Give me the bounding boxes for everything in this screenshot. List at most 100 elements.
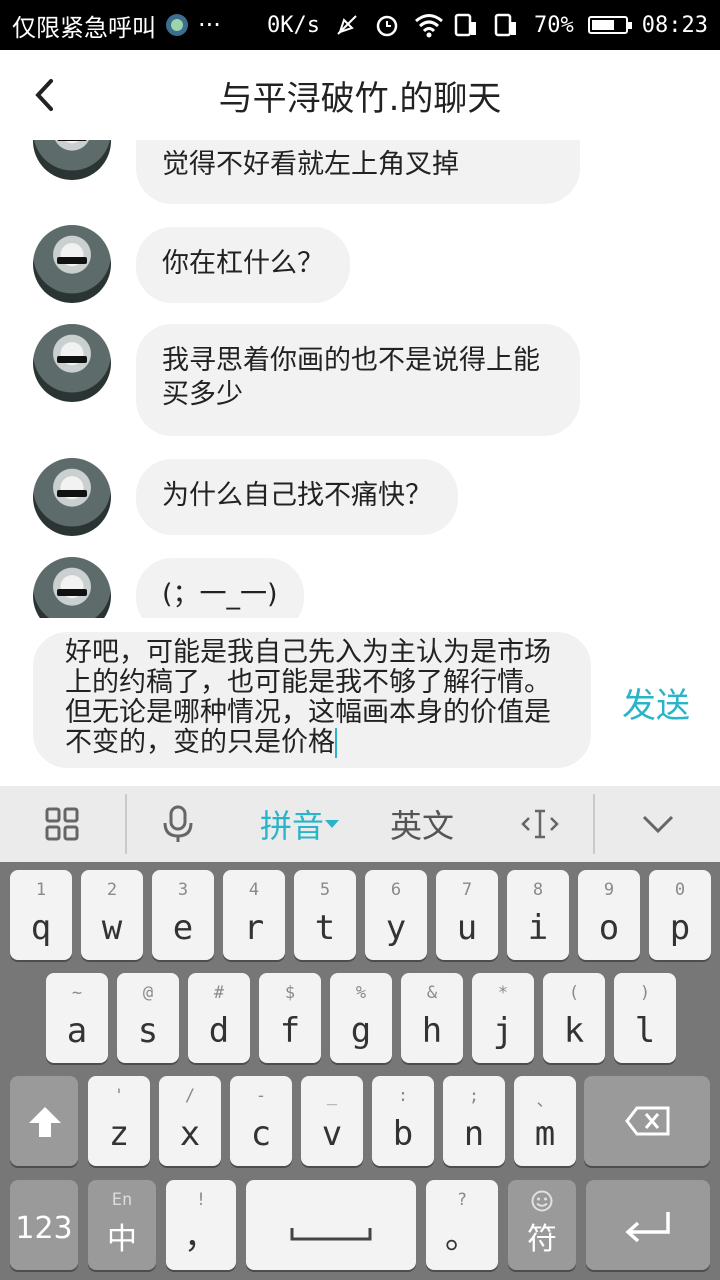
- ime-menu-button[interactable]: [20, 786, 104, 862]
- message-input[interactable]: 好吧，可能是我自己先入为主认为是市场上的约稿了，也可能是我不够了解行情。但无论是…: [33, 632, 591, 768]
- key-l[interactable]: ) l: [614, 973, 676, 1063]
- key-b[interactable]: :b: [372, 1076, 434, 1166]
- comma-key-label: ，: [184, 1217, 218, 1257]
- key-j[interactable]: * j: [472, 973, 534, 1063]
- language-switch-label: 中: [107, 1222, 137, 1257]
- key-label: y: [385, 908, 407, 948]
- key-z[interactable]: ' z: [88, 1076, 150, 1166]
- message-bubble[interactable]: (；一_一): [136, 558, 304, 618]
- key-hint: 4: [248, 880, 260, 900]
- shift-key[interactable]: [10, 1076, 78, 1166]
- key-v[interactable]: _ v: [301, 1076, 363, 1166]
- key-q[interactable]: 1q: [10, 870, 72, 960]
- key-label: w: [101, 908, 123, 948]
- avatar[interactable]: [33, 324, 111, 402]
- key-label: v: [321, 1114, 343, 1154]
- key-label: z: [108, 1114, 130, 1154]
- key-label: j: [492, 1011, 514, 1051]
- key-p[interactable]: 0p: [649, 870, 711, 960]
- language-switch-key[interactable]: En 中: [88, 1180, 156, 1270]
- smiley-icon: [531, 1190, 553, 1212]
- key-a[interactable]: ~ a: [46, 973, 108, 1063]
- sim2-signal-icon: [494, 12, 520, 38]
- key-m[interactable]: 、 m: [514, 1076, 576, 1166]
- avatar[interactable]: [33, 225, 111, 303]
- space-key[interactable]: [246, 1180, 416, 1270]
- key-label: s: [137, 1011, 159, 1051]
- symbols-key[interactable]: 符: [508, 1180, 576, 1270]
- avatar[interactable]: [33, 557, 111, 618]
- english-mode-button[interactable]: 英文: [374, 786, 470, 862]
- message-bubble[interactable]: 为什么自己找不痛快？: [136, 459, 458, 535]
- key-label: e: [172, 908, 194, 948]
- numbers-key[interactable]: 123: [10, 1180, 78, 1270]
- key-label: x: [179, 1114, 201, 1154]
- avatar[interactable]: [33, 458, 111, 536]
- message-list[interactable]: 觉得不好看就左上角叉掉 你在杠什么？ 我寻思着你画的也不是说得上能买多少 为什么…: [0, 140, 720, 618]
- enter-arrow-icon: [625, 1212, 670, 1242]
- key-r[interactable]: 4r: [223, 870, 285, 960]
- key-label: c: [250, 1114, 272, 1154]
- key-hint: 1: [35, 880, 47, 900]
- more-notifications-indicator: ···: [198, 11, 221, 39]
- key-o[interactable]: 9o: [578, 870, 640, 960]
- key-t[interactable]: 5t: [294, 870, 356, 960]
- period-key[interactable]: ? 。: [426, 1180, 498, 1270]
- hide-keyboard-button[interactable]: [620, 786, 696, 862]
- key-label: q: [30, 908, 52, 948]
- key-label: d: [208, 1011, 230, 1051]
- key-hint: (: [568, 983, 580, 1003]
- wifi-icon: [414, 12, 443, 38]
- key-h[interactable]: & h: [401, 973, 463, 1063]
- key-w[interactable]: 2w: [81, 870, 143, 960]
- key-u[interactable]: 7u: [436, 870, 498, 960]
- send-button[interactable]: 发送: [622, 678, 690, 727]
- key-label: l: [634, 1011, 656, 1051]
- pinyin-mode-button[interactable]: 拼音: [244, 786, 356, 862]
- mute-icon: [334, 12, 360, 38]
- space-bar-icon: [290, 1228, 372, 1241]
- key-x[interactable]: / x: [159, 1076, 221, 1166]
- comma-key[interactable]: ! ，: [166, 1180, 236, 1270]
- key-label: g: [350, 1011, 372, 1051]
- key-d[interactable]: # d: [188, 973, 250, 1063]
- key-label: o: [598, 908, 620, 948]
- backspace-icon: [625, 1106, 670, 1136]
- key-n[interactable]: ; n: [443, 1076, 505, 1166]
- page-title: 与平浔破竹.的聊天: [218, 78, 502, 119]
- message-text: 觉得不好看就左上角叉掉: [162, 149, 459, 180]
- key-label: i: [527, 908, 549, 948]
- pinyin-label: 拼音: [259, 807, 324, 845]
- language-switch-hint: En: [111, 1190, 133, 1210]
- key-hint: @: [142, 983, 154, 1003]
- battery-fill: [591, 20, 614, 30]
- key-e[interactable]: 3e: [152, 870, 214, 960]
- period-key-hint: ?: [456, 1190, 468, 1210]
- avatar[interactable]: [33, 140, 111, 180]
- message-input-text: 好吧，可能是我自己先入为主认为是市场上的约稿了，也可能是我不够了解行情。但无论是…: [65, 637, 551, 758]
- cursor-control-button[interactable]: [500, 786, 580, 862]
- enter-key[interactable]: [586, 1180, 710, 1270]
- key-s[interactable]: @ s: [117, 973, 179, 1063]
- key-i[interactable]: 8i: [507, 870, 569, 960]
- message-bubble[interactable]: 觉得不好看就左上角叉掉: [136, 140, 580, 204]
- key-label: n: [463, 1114, 485, 1154]
- key-k[interactable]: (k: [543, 973, 605, 1063]
- key-label: h: [421, 1011, 443, 1051]
- key-hint: _: [326, 1086, 338, 1106]
- key-f[interactable]: $ f: [259, 973, 321, 1063]
- key-g[interactable]: % g: [330, 973, 392, 1063]
- key-y[interactable]: 6y: [365, 870, 427, 960]
- message-text: 你在杠什么？: [162, 248, 324, 279]
- keyboard: 1q2w3e4r5t6y7u8i9o0p ~ a @ s # d $ f% g & h * j(k) l …: [0, 862, 720, 1280]
- voice-input-button[interactable]: [140, 786, 216, 862]
- comma-key-hint: !: [195, 1190, 207, 1210]
- key-hint: 6: [390, 880, 402, 900]
- message-bubble[interactable]: 你在杠什么？: [136, 227, 350, 303]
- message-bubble[interactable]: 我寻思着你画的也不是说得上能买多少: [136, 324, 580, 436]
- key-c[interactable]: -c: [230, 1076, 292, 1166]
- net-speed: 0K/s: [267, 12, 321, 38]
- key-hint: 7: [461, 880, 473, 900]
- back-button[interactable]: [24, 72, 64, 118]
- backspace-key[interactable]: [584, 1076, 710, 1166]
